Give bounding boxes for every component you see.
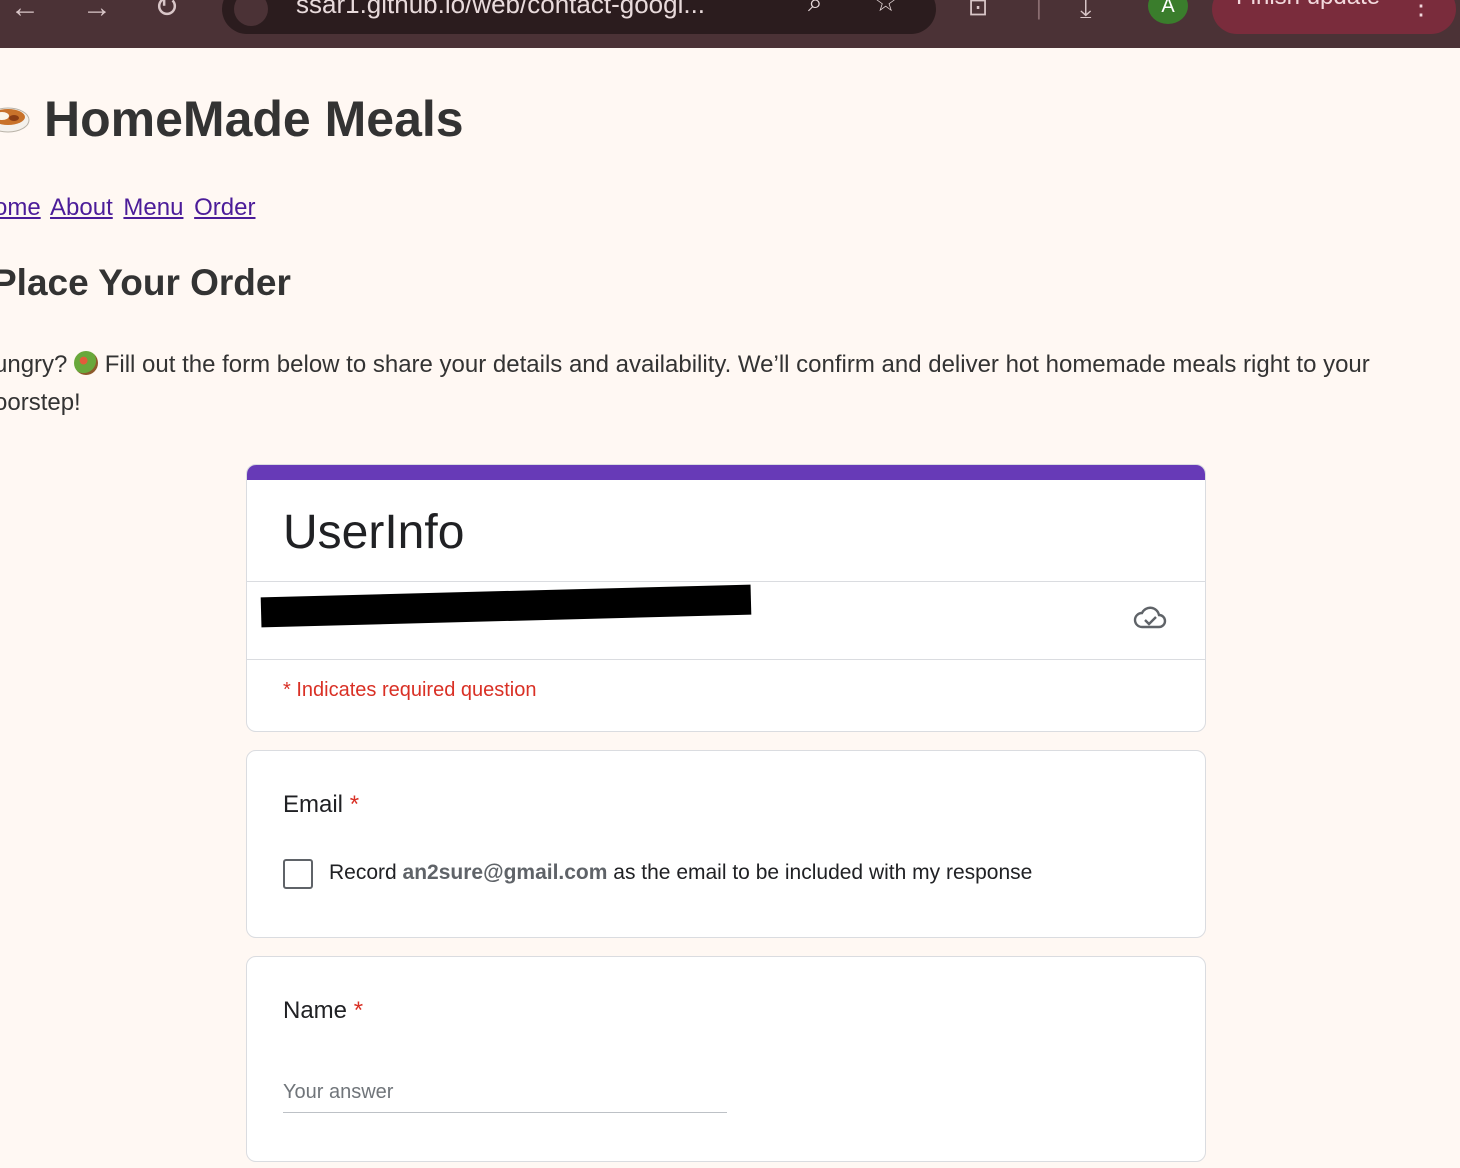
- form-title: UserInfo: [283, 506, 465, 559]
- finish-update-button[interactable]: Finish update ⋮: [1212, 0, 1456, 34]
- curry-bowl-emoji: [0, 107, 30, 133]
- record-email-checkbox[interactable]: [283, 859, 313, 889]
- redacted-account-info: [260, 584, 752, 628]
- page-heading: Place Your Order: [0, 262, 291, 303]
- star-icon[interactable]: ☆: [874, 0, 897, 15]
- required-star: *: [353, 997, 364, 1024]
- address-bar[interactable]: ssar1.github.io/web/contact-googl... ⌕ ☆: [222, 0, 936, 34]
- back-icon[interactable]: ←: [10, 0, 40, 20]
- email-question-card: Email * Record an2sure@gmail.com as the …: [246, 750, 1206, 938]
- nav-order[interactable]: Order: [194, 194, 255, 221]
- name-label: Name: [283, 997, 348, 1024]
- finish-update-label: Finish update: [1236, 0, 1380, 10]
- nav-about[interactable]: About: [50, 194, 113, 221]
- avatar[interactable]: A: [1148, 0, 1188, 24]
- header-divider: [247, 581, 1205, 582]
- forward-icon[interactable]: →: [82, 0, 112, 20]
- form-accent-bar: [247, 465, 1205, 480]
- name-question-card: Name * Your answer: [246, 956, 1206, 1162]
- form-header-card: UserInfo * Indicates required question: [246, 464, 1206, 732]
- intro-text-start: ungry?: [0, 351, 75, 378]
- nav-menu[interactable]: Menu: [123, 194, 183, 221]
- name-answer-input[interactable]: Your answer: [283, 1077, 727, 1113]
- reload-icon[interactable]: ↻: [154, 0, 179, 20]
- toolbar-divider: |: [1036, 0, 1042, 20]
- check-suffix: as the email to be included with my resp…: [613, 861, 1033, 884]
- header-divider-2: [247, 659, 1205, 660]
- email-question-title: Email *: [283, 791, 359, 819]
- intro-text-rest: Fill out the form below to share your de…: [0, 351, 1370, 416]
- site-info-icon[interactable]: [234, 0, 268, 26]
- url-text: ssar1.github.io/web/contact-googl...: [296, 0, 706, 19]
- email-label: Email: [283, 791, 344, 818]
- salad-emoji: [74, 351, 99, 375]
- main-nav: ome About Menu Order: [0, 194, 260, 222]
- record-email-label[interactable]: Record an2sure@gmail.com as the email to…: [329, 861, 1032, 885]
- check-email: an2sure@gmail.com: [402, 861, 608, 884]
- browser-toolbar: ← → ↻ ssar1.github.io/web/contact-googl.…: [0, 0, 1460, 48]
- cloud-saved-icon: [1133, 606, 1167, 629]
- name-question-title: Name *: [283, 997, 363, 1025]
- check-prefix: Record: [329, 861, 397, 884]
- required-star: *: [349, 791, 360, 818]
- search-icon[interactable]: ⌕: [808, 0, 823, 15]
- site-title: HomeMade Meals: [44, 91, 464, 147]
- intro-text: ungry? Fill out the form below to share …: [0, 346, 1414, 422]
- required-note: * Indicates required question: [283, 679, 537, 701]
- download-icon[interactable]: ⤓: [1080, 0, 1092, 20]
- nav-home[interactable]: ome: [0, 194, 41, 221]
- lens-icon[interactable]: ⊡: [968, 0, 988, 20]
- more-icon[interactable]: ⋮: [1408, 0, 1434, 18]
